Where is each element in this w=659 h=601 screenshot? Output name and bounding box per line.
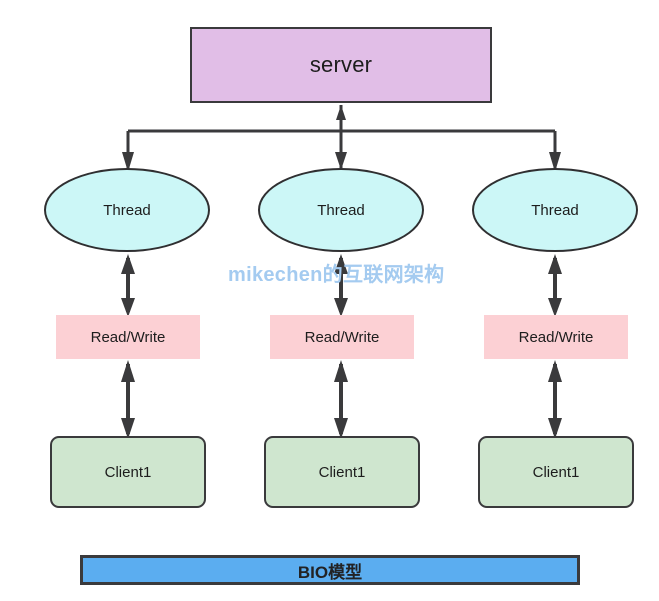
arrowhead-up-rw3: [548, 360, 562, 382]
client-node-3[interactable]: Client1: [478, 436, 634, 508]
thread-node-3[interactable]: Thread: [472, 168, 638, 252]
thread-label-1: Thread: [103, 201, 151, 219]
client-node-2[interactable]: Client1: [264, 436, 420, 508]
arrowhead-up-rw2: [334, 360, 348, 382]
client-node-1[interactable]: Client1: [50, 436, 206, 508]
server-label: server: [309, 52, 373, 77]
read-write-label-2: Read/Write: [304, 328, 380, 346]
read-write-label-1: Read/Write: [90, 328, 166, 346]
read-write-label-3: Read/Write: [518, 328, 594, 346]
thread-node-1[interactable]: Thread: [44, 168, 210, 252]
arrowhead-up-thread1: [121, 254, 135, 274]
thread-node-2[interactable]: Thread: [258, 168, 424, 252]
bio-model-diagram: server Thread Thread Thread mikechen的互联网…: [0, 0, 659, 601]
read-write-node-2[interactable]: Read/Write: [270, 315, 414, 359]
read-write-node-3[interactable]: Read/Write: [484, 315, 628, 359]
client-label-2: Client1: [318, 463, 366, 481]
thread-label-3: Thread: [531, 201, 579, 219]
client-label-3: Client1: [532, 463, 580, 481]
arrowhead-up-thread3: [548, 254, 562, 274]
diagram-title-banner: BIO模型: [80, 555, 580, 585]
server-node[interactable]: server: [190, 27, 492, 103]
client-label-1: Client1: [104, 463, 152, 481]
arrowhead-up-thread2: [334, 254, 348, 274]
read-write-node-1[interactable]: Read/Write: [56, 315, 200, 359]
thread-label-2: Thread: [317, 201, 365, 219]
arrowhead-up-to-server: [336, 105, 346, 120]
diagram-title-label: BIO模型: [297, 562, 363, 582]
arrowhead-up-rw1: [121, 360, 135, 382]
